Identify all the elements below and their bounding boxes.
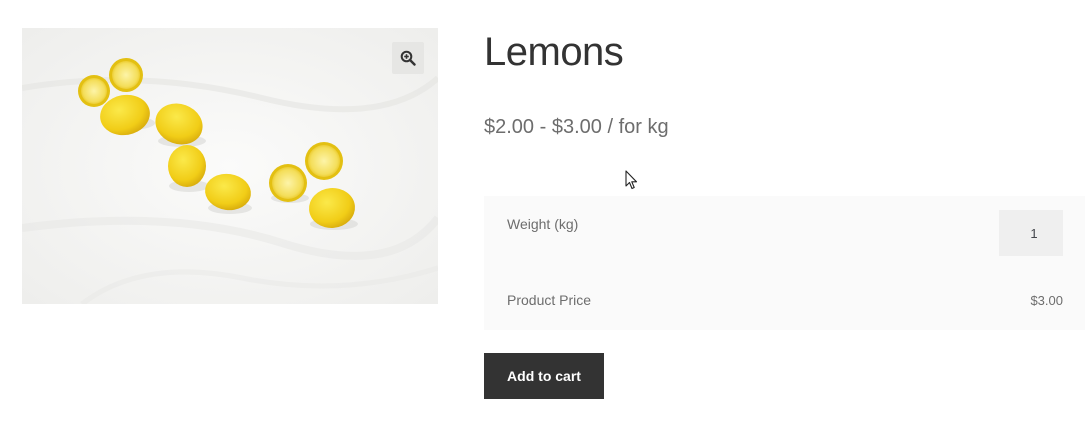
zoom-button[interactable] (392, 42, 424, 74)
price-unit-suffix: / for kg (607, 116, 669, 138)
lemon-half (109, 58, 143, 92)
lemon-half (305, 142, 343, 180)
product-price-row: Product Price $3.00 (484, 274, 1085, 330)
lemon-half (78, 75, 110, 107)
price-high: $3.00 (551, 116, 602, 138)
price-separator: - (539, 116, 547, 138)
add-to-cart-button[interactable]: Add to cart (484, 353, 604, 399)
product-price-label: Product Price (507, 292, 592, 308)
lemon (168, 145, 206, 187)
mouse-pointer-icon (625, 170, 638, 190)
weight-label: Weight (kg) (507, 216, 579, 232)
weight-input[interactable] (999, 210, 1063, 256)
product-options-table: Weight (kg) Product Price $3.00 (484, 196, 1085, 330)
product-page: Lemons $2.00 - $3.00 / for kg Weight (kg… (0, 0, 1092, 425)
zoom-in-icon (400, 50, 416, 66)
product-image[interactable] (22, 28, 438, 304)
product-price-value: $3.00 (1030, 293, 1063, 308)
weight-row: Weight (kg) (484, 196, 1085, 274)
product-title: Lemons (484, 30, 624, 74)
product-price-range: $2.00 - $3.00 / for kg (484, 116, 669, 139)
lemons-photo (22, 28, 438, 304)
price-low: $2.00 (484, 116, 535, 138)
lemon-half (269, 164, 307, 202)
